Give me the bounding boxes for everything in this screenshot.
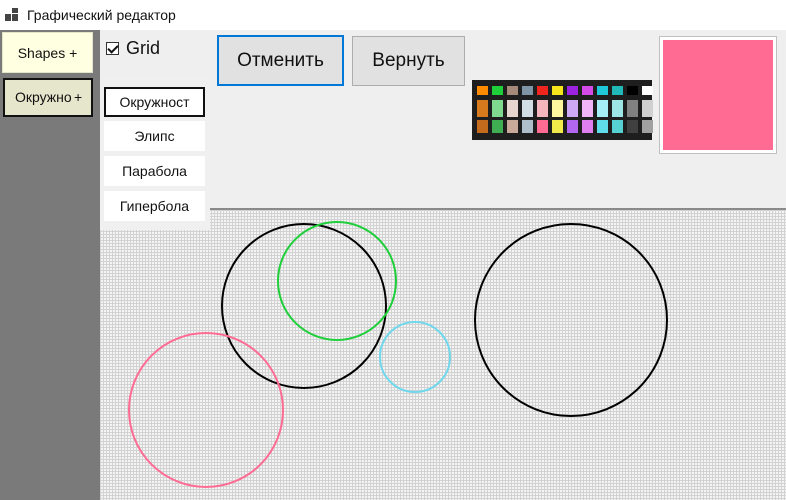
- redo-button[interactable]: Вернуть: [352, 36, 465, 86]
- dropdown-item-hyperbola[interactable]: Гипербола: [104, 191, 205, 221]
- palette-swatch[interactable]: [567, 86, 578, 95]
- palette-swatch[interactable]: [522, 120, 533, 133]
- palette-swatch[interactable]: [477, 100, 488, 117]
- undo-button[interactable]: Отменить: [217, 35, 344, 86]
- dropdown-item-parabola[interactable]: Парабола: [104, 156, 205, 186]
- palette-swatch[interactable]: [537, 100, 548, 117]
- circle-tool-button[interactable]: Окружно +: [3, 78, 93, 117]
- shapes-plus-icon: +: [69, 44, 78, 61]
- palette-swatch[interactable]: [597, 86, 608, 95]
- palette-swatch[interactable]: [552, 86, 563, 95]
- palette-swatch[interactable]: [477, 86, 488, 95]
- palette-swatch[interactable]: [612, 100, 623, 117]
- checkbox-checked-icon[interactable]: [106, 42, 119, 55]
- palette-swatch[interactable]: [582, 120, 593, 133]
- palette-swatch[interactable]: [597, 100, 608, 117]
- dropdown-item-circle[interactable]: Окружност: [104, 87, 205, 117]
- palette-swatch[interactable]: [642, 120, 653, 133]
- shapes-button[interactable]: Shapes +: [2, 32, 93, 73]
- palette-swatch[interactable]: [597, 120, 608, 133]
- palette-swatch[interactable]: [642, 86, 653, 95]
- dropdown-item-ellipse[interactable]: Элипс: [104, 121, 205, 151]
- grid-checkbox-label: Grid: [126, 38, 161, 58]
- palette-swatch[interactable]: [627, 120, 638, 133]
- palette-swatch[interactable]: [492, 86, 503, 95]
- palette-swatch[interactable]: [507, 100, 518, 117]
- palette-swatch[interactable]: [507, 120, 518, 133]
- palette-swatch[interactable]: [522, 86, 533, 95]
- shapes-dropdown: Окружност Элипс Парабола Гипербола: [100, 78, 210, 230]
- palette-swatch[interactable]: [567, 100, 578, 117]
- current-color-swatch: [663, 40, 773, 150]
- palette-swatch[interactable]: [537, 120, 548, 133]
- palette-swatch[interactable]: [582, 100, 593, 117]
- grid-checkbox[interactable]: Grid: [106, 38, 160, 59]
- app-icon: [5, 8, 19, 22]
- palette-swatch[interactable]: [552, 100, 563, 117]
- palette-swatch[interactable]: [492, 120, 503, 133]
- color-palette[interactable]: [472, 80, 653, 140]
- palette-swatch[interactable]: [567, 120, 578, 133]
- circle-tool-label: Окружно: [15, 89, 72, 105]
- window-title: Графический редактор: [27, 7, 176, 23]
- palette-swatch[interactable]: [642, 100, 653, 117]
- current-color-preview: [659, 36, 777, 154]
- palette-swatch[interactable]: [612, 120, 623, 133]
- palette-swatch[interactable]: [537, 86, 548, 95]
- palette-swatch[interactable]: [612, 86, 623, 95]
- palette-swatch[interactable]: [552, 120, 563, 133]
- shapes-button-label: Shapes: [17, 44, 66, 61]
- circle-tool-plus-icon: +: [74, 89, 83, 105]
- palette-swatch[interactable]: [477, 120, 488, 133]
- palette-swatch[interactable]: [627, 100, 638, 117]
- palette-swatch[interactable]: [522, 100, 533, 117]
- palette-swatch[interactable]: [492, 100, 503, 117]
- palette-swatch[interactable]: [582, 86, 593, 95]
- palette-swatch[interactable]: [507, 86, 518, 95]
- drawing-canvas[interactable]: [100, 210, 786, 500]
- palette-swatch[interactable]: [627, 86, 638, 95]
- title-bar: Графический редактор: [0, 0, 786, 30]
